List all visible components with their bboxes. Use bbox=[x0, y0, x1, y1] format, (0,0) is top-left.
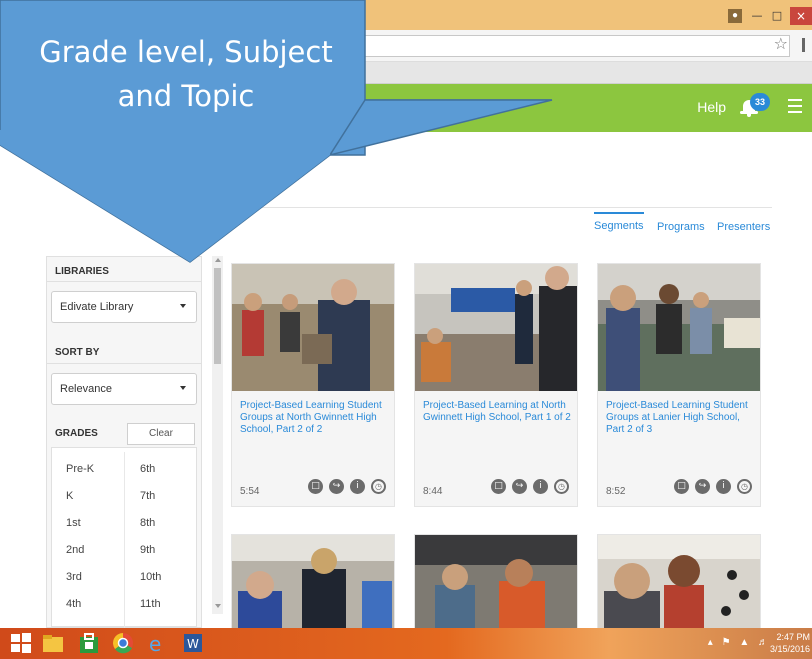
video-thumbnail[interactable] bbox=[597, 534, 761, 634]
libraries-heading: LIBRARIES bbox=[55, 266, 109, 277]
store-icon[interactable] bbox=[78, 632, 100, 654]
scroll-thumb[interactable] bbox=[214, 268, 221, 364]
filter-sidebar: LIBRARIES Edivate Library SORT BY Releva… bbox=[46, 256, 202, 628]
sortby-heading: SORT BY bbox=[55, 347, 100, 358]
info-icon[interactable]: i bbox=[533, 479, 548, 494]
share-icon[interactable]: ↪ bbox=[329, 479, 344, 494]
windows-taskbar: e W ▴ ⚑ ▲ ♬ 2:47 PM 3/15/2016 bbox=[0, 628, 812, 659]
watch-later-icon[interactable]: ◷ bbox=[554, 479, 569, 494]
callout-text: Grade level, Subject and Topic bbox=[20, 30, 352, 118]
card-actions: □ ↪ i ◷ bbox=[485, 479, 569, 494]
internet-explorer-icon[interactable]: e bbox=[146, 632, 168, 656]
add-icon[interactable]: □ bbox=[308, 479, 323, 494]
system-tray: ▴ ⚑ ▲ ♬ bbox=[702, 637, 768, 648]
sort-select-value: Relevance bbox=[60, 383, 112, 395]
watch-later-icon[interactable]: ◷ bbox=[737, 479, 752, 494]
svg-text:W: W bbox=[187, 637, 199, 651]
watch-later-icon[interactable]: ◷ bbox=[371, 479, 386, 494]
grade-option[interactable]: 7th bbox=[140, 490, 155, 502]
browser-title-bar: ● — □ × bbox=[0, 0, 812, 30]
grade-option[interactable]: 2nd bbox=[66, 544, 84, 556]
video-title[interactable]: Project-Based Learning at North Gwinnett… bbox=[423, 400, 571, 424]
chevron-down-icon bbox=[180, 386, 186, 390]
grade-option[interactable]: 3rd bbox=[66, 571, 82, 583]
window-controls: ● — □ × bbox=[728, 7, 812, 25]
tab-segments[interactable]: Segments bbox=[594, 212, 644, 232]
chevron-down-icon bbox=[180, 304, 186, 308]
video-duration: 5:54 bbox=[240, 486, 260, 497]
video-card[interactable]: Project-Based Learning Student Groups at… bbox=[597, 263, 761, 507]
tab-programs[interactable]: Programs bbox=[657, 221, 705, 233]
video-card[interactable]: Project-Based Learning at North Gwinnett… bbox=[414, 263, 578, 507]
help-link[interactable]: Help bbox=[697, 99, 726, 115]
add-icon[interactable]: □ bbox=[491, 479, 506, 494]
info-icon[interactable]: i bbox=[716, 479, 731, 494]
notification-badge: 33 bbox=[750, 93, 770, 111]
clock-time: 2:47 PM bbox=[776, 632, 810, 642]
grade-option[interactable]: K bbox=[66, 490, 73, 502]
grade-option[interactable]: 4th bbox=[66, 598, 81, 610]
callout-line-2: and Topic bbox=[117, 79, 255, 113]
word-icon[interactable]: W bbox=[182, 632, 204, 654]
grade-option[interactable]: 9th bbox=[140, 544, 155, 556]
add-icon[interactable]: □ bbox=[674, 479, 689, 494]
browser-menu-icon[interactable] bbox=[802, 38, 808, 52]
library-select-value: Edivate Library bbox=[60, 301, 134, 313]
clock-date: 3/15/2016 bbox=[769, 644, 810, 654]
grades-list: Pre-K K 1st 2nd 3rd 4th 6th 7th 8th 9th … bbox=[51, 447, 197, 628]
hamburger-menu-icon[interactable] bbox=[788, 99, 802, 113]
file-explorer-icon[interactable] bbox=[42, 632, 64, 654]
grades-heading: GRADES bbox=[55, 428, 98, 439]
divider bbox=[47, 363, 201, 364]
grade-option[interactable]: 11th bbox=[140, 598, 161, 610]
grade-option[interactable]: 8th bbox=[140, 517, 155, 529]
share-icon[interactable]: ↪ bbox=[695, 479, 710, 494]
video-duration: 8:52 bbox=[606, 486, 626, 497]
callout-line-1: Grade level, Subject bbox=[39, 35, 333, 69]
video-card[interactable]: Project-Based Learning Student Groups at… bbox=[231, 263, 395, 507]
signal-icon[interactable]: ▲ bbox=[739, 637, 749, 648]
video-thumbnail[interactable] bbox=[414, 534, 578, 634]
clear-selection-button[interactable]: Clear Selection bbox=[127, 423, 195, 459]
share-icon[interactable]: ↪ bbox=[512, 479, 527, 494]
library-select[interactable]: Edivate Library bbox=[51, 291, 197, 323]
windows-start-icon[interactable] bbox=[10, 632, 32, 654]
sort-select[interactable]: Relevance bbox=[51, 373, 197, 405]
chevron-up-icon[interactable]: ▴ bbox=[708, 637, 713, 648]
grade-option[interactable]: 6th bbox=[140, 463, 155, 475]
grades-column-separator bbox=[124, 452, 125, 628]
minimize-icon[interactable]: — bbox=[750, 9, 764, 23]
video-title[interactable]: Project-Based Learning Student Groups at… bbox=[606, 400, 754, 436]
card-actions: □ ↪ i ◷ bbox=[668, 479, 752, 494]
close-icon[interactable]: × bbox=[790, 7, 812, 25]
svg-text:e: e bbox=[149, 632, 161, 654]
card-actions: □ ↪ i ◷ bbox=[302, 479, 386, 494]
info-icon[interactable]: i bbox=[350, 479, 365, 494]
chrome-icon[interactable] bbox=[112, 632, 134, 654]
video-thumbnail[interactable] bbox=[232, 264, 394, 391]
divider bbox=[47, 281, 201, 282]
video-thumbnail[interactable] bbox=[231, 534, 395, 634]
sidebar-scrollbar[interactable] bbox=[212, 256, 223, 614]
maximize-icon[interactable]: □ bbox=[770, 9, 784, 23]
volume-icon[interactable]: ♬ bbox=[758, 637, 768, 648]
video-duration: 8:44 bbox=[423, 486, 443, 497]
grade-option[interactable]: Pre-K bbox=[66, 463, 94, 475]
scroll-down-icon[interactable] bbox=[215, 604, 221, 608]
tab-presenters[interactable]: Presenters bbox=[717, 221, 770, 233]
video-thumbnail[interactable] bbox=[598, 264, 760, 391]
system-clock[interactable]: 2:47 PM 3/15/2016 bbox=[770, 631, 810, 655]
tabs-divider bbox=[232, 207, 772, 208]
bookmark-star-icon[interactable]: ☆ bbox=[774, 34, 788, 53]
flag-icon[interactable]: ⚑ bbox=[722, 637, 731, 648]
user-icon[interactable]: ● bbox=[728, 9, 742, 23]
grade-option[interactable]: 1st bbox=[66, 517, 81, 529]
video-thumbnail[interactable] bbox=[415, 264, 577, 391]
grade-option[interactable]: 10th bbox=[140, 571, 161, 583]
video-title[interactable]: Project-Based Learning Student Groups at… bbox=[240, 400, 388, 436]
scroll-up-icon[interactable] bbox=[215, 258, 221, 262]
